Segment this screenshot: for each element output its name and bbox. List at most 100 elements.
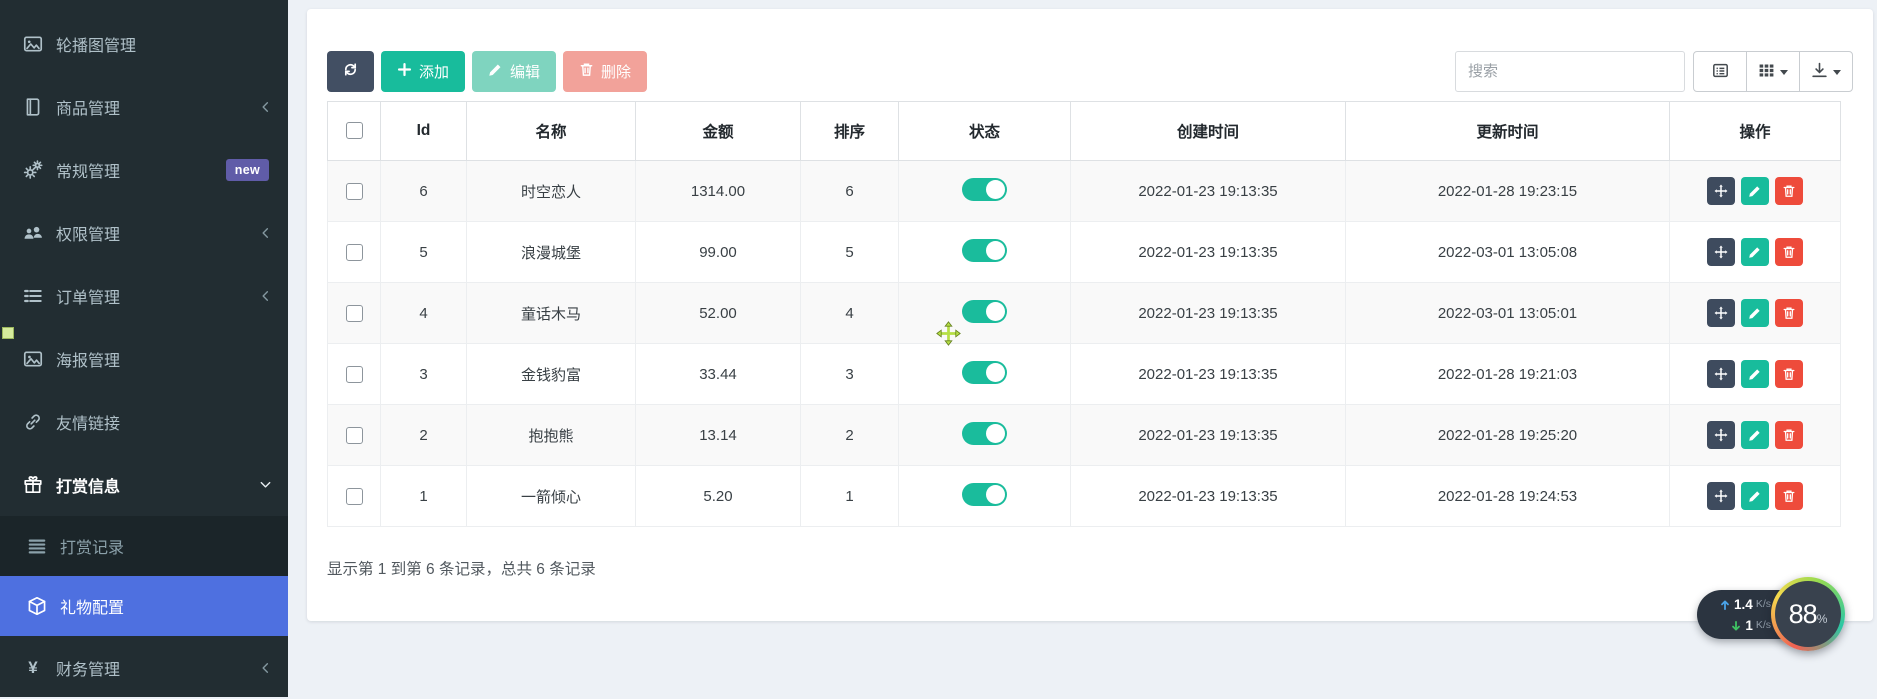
row-checkbox[interactable]	[346, 427, 363, 444]
cell-actions	[1670, 222, 1841, 283]
table-view-button-group	[1693, 51, 1853, 92]
score-ring-button[interactable]: 88 %	[1771, 577, 1845, 651]
search-input[interactable]	[1455, 51, 1685, 92]
row-checkbox[interactable]	[346, 488, 363, 505]
row-checkbox[interactable]	[346, 183, 363, 200]
sidebar-item[interactable]: 权限管理	[0, 201, 288, 264]
toggle-knob	[986, 485, 1005, 504]
row-checkbox[interactable]	[346, 244, 363, 261]
column-header: Id	[381, 102, 467, 161]
column-header: 状态	[899, 102, 1071, 161]
sidebar-item[interactable]: 商品管理	[0, 75, 288, 138]
cell-amount: 99.00	[636, 222, 801, 283]
edit-row-button[interactable]	[1741, 421, 1769, 449]
cell-select	[328, 161, 381, 222]
edit-row-button[interactable]	[1741, 177, 1769, 205]
move-row-button[interactable]	[1707, 177, 1735, 205]
delete-row-button[interactable]	[1775, 360, 1803, 388]
cell-id: 6	[381, 161, 467, 222]
cell-actions	[1670, 283, 1841, 344]
edit-button[interactable]: 编辑	[472, 51, 556, 92]
row-checkbox[interactable]	[346, 305, 363, 322]
delete-row-button[interactable]	[1775, 238, 1803, 266]
cell-created: 2022-01-23 19:13:35	[1071, 405, 1346, 466]
status-toggle[interactable]	[962, 178, 1007, 201]
cell-select	[328, 405, 381, 466]
row-checkbox[interactable]	[346, 366, 363, 383]
status-toggle[interactable]	[962, 239, 1007, 262]
add-button[interactable]: 添加	[381, 51, 465, 92]
table-row: 1一箭倾心5.2012022-01-23 19:13:352022-01-28 …	[328, 466, 1841, 527]
cell-status	[899, 222, 1071, 283]
delete-row-button[interactable]	[1775, 299, 1803, 327]
status-toggle[interactable]	[962, 361, 1007, 384]
table-container: Id名称金额排序状态创建时间更新时间操作 6时空恋人1314.0062022-0…	[327, 101, 1853, 527]
sidebar-item[interactable]: ¥财务管理	[0, 636, 288, 699]
sidebar-item-label: 打赏信息	[56, 473, 120, 497]
gears-icon	[22, 159, 44, 181]
column-header: 更新时间	[1346, 102, 1670, 161]
gift-table: Id名称金额排序状态创建时间更新时间操作 6时空恋人1314.0062022-0…	[327, 101, 1841, 527]
plus-icon	[397, 62, 412, 81]
sidebar-item[interactable]: 订单管理	[0, 264, 288, 327]
select-all-checkbox[interactable]	[346, 122, 363, 139]
sidebar-item[interactable]: 打赏信息	[0, 453, 288, 516]
delete-row-button[interactable]	[1775, 482, 1803, 510]
sidebar-item-label: 海报管理	[56, 347, 120, 371]
cell-amount: 1314.00	[636, 161, 801, 222]
cell-updated: 2022-01-28 19:23:15	[1346, 161, 1670, 222]
columns-button[interactable]	[1746, 51, 1800, 92]
cell-amount: 13.14	[636, 405, 801, 466]
yen-icon: ¥	[22, 657, 44, 679]
detail-view-button[interactable]	[1693, 51, 1747, 92]
link-icon	[22, 411, 44, 433]
status-toggle[interactable]	[962, 483, 1007, 506]
delete-row-button[interactable]	[1775, 421, 1803, 449]
sidebar-item[interactable]: 常规管理new	[0, 138, 288, 201]
status-toggle[interactable]	[962, 300, 1007, 323]
edit-button-label: 编辑	[510, 61, 540, 82]
sidebar-item[interactable]: 礼物配置	[0, 576, 288, 636]
delete-row-button[interactable]	[1775, 177, 1803, 205]
edit-row-button[interactable]	[1741, 299, 1769, 327]
sidebar-item[interactable]: 海报管理	[0, 327, 288, 390]
edit-row-button[interactable]	[1741, 360, 1769, 388]
move-row-button[interactable]	[1707, 238, 1735, 266]
users-icon	[22, 222, 44, 244]
cell-name: 浪漫城堡	[467, 222, 636, 283]
cell-status	[899, 161, 1071, 222]
cell-actions	[1670, 344, 1841, 405]
toggle-knob	[986, 424, 1005, 443]
list-lines-icon	[26, 535, 48, 557]
add-button-label: 添加	[419, 61, 449, 82]
delete-button[interactable]: 删除	[563, 51, 647, 92]
gift-icon	[22, 474, 44, 496]
cell-status	[899, 344, 1071, 405]
table-header-row: Id名称金额排序状态创建时间更新时间操作	[328, 102, 1841, 161]
move-row-button[interactable]	[1707, 421, 1735, 449]
detail-view-icon	[1712, 62, 1729, 82]
cell-created: 2022-01-23 19:13:35	[1071, 222, 1346, 283]
export-button[interactable]	[1799, 51, 1853, 92]
score-ring-inner: 88 %	[1775, 581, 1841, 647]
poster-image-icon	[22, 348, 44, 370]
edit-row-button[interactable]	[1741, 238, 1769, 266]
table-toolbar: 添加 编辑 删除	[327, 51, 1853, 92]
sidebar-item[interactable]: 轮播图管理	[0, 12, 288, 75]
sidebar: 轮播图管理商品管理常规管理new权限管理订单管理海报管理友情链接打赏信息打赏记录…	[0, 0, 288, 697]
sidebar-item[interactable]: 打赏记录	[0, 516, 288, 576]
move-row-button[interactable]	[1707, 360, 1735, 388]
cell-select	[328, 466, 381, 527]
sidebar-item[interactable]: 友情链接	[0, 390, 288, 453]
move-row-button[interactable]	[1707, 482, 1735, 510]
cell-status	[899, 405, 1071, 466]
edit-row-button[interactable]	[1741, 482, 1769, 510]
new-badge: new	[226, 159, 269, 181]
sidebar-item-label: 友情链接	[56, 410, 120, 434]
cell-select	[328, 283, 381, 344]
status-toggle[interactable]	[962, 422, 1007, 445]
upload-speed-unit: K/s	[1756, 598, 1771, 610]
refresh-button[interactable]	[327, 51, 374, 92]
move-row-button[interactable]	[1707, 299, 1735, 327]
column-header: 排序	[801, 102, 899, 161]
